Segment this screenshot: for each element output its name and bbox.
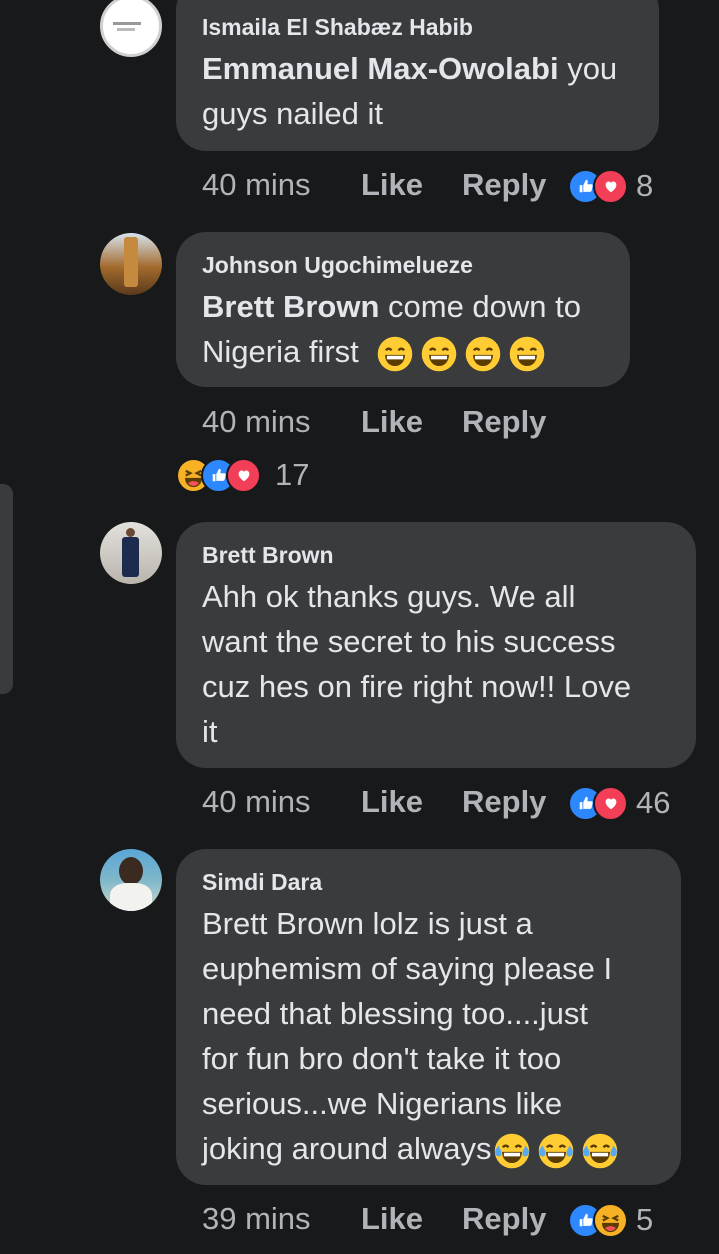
reaction-count: 46 xyxy=(636,785,671,820)
like-button[interactable]: Like xyxy=(361,784,462,820)
avatar[interactable] xyxy=(100,233,162,295)
reaction-summary[interactable]: 5 xyxy=(568,1202,653,1238)
mention-link[interactable]: Brett Brown xyxy=(202,289,379,324)
grinning-squint-emoji xyxy=(421,336,457,372)
comment-actions: 39 mins Like Reply xyxy=(202,1199,546,1239)
avatar[interactable] xyxy=(100,522,162,584)
tears-of-joy-emoji xyxy=(582,1133,618,1169)
tears-of-joy-emoji xyxy=(494,1133,530,1169)
comment-text: Brett Brown lolz is just a euphemism of … xyxy=(202,901,655,1171)
comment-text: Ahh ok thanks guys. We all want the secr… xyxy=(202,579,632,749)
comment-timestamp[interactable]: 40 mins xyxy=(202,167,361,203)
reply-button[interactable]: Reply xyxy=(462,784,546,820)
grinning-squint-emoji xyxy=(465,336,501,372)
comment-timestamp[interactable]: 39 mins xyxy=(202,1201,361,1237)
comment-actions: 40 mins Like Reply xyxy=(202,402,546,442)
reply-button[interactable]: Reply xyxy=(462,1201,546,1237)
comment-author[interactable]: Johnson Ugochimelueze xyxy=(202,252,604,278)
comment-text: Brett Brown come down to Nigeria first xyxy=(202,284,604,374)
emoji-row xyxy=(359,334,545,369)
comment-bubble: Johnson Ugochimelueze Brett Brown come d… xyxy=(176,232,630,387)
reaction-count: 5 xyxy=(636,1202,654,1237)
comment-text: Emmanuel Max-Owolabi you guys nailed it xyxy=(202,51,618,131)
comment-bubble: Ismaila El Shabæz Habib Emmanuel Max-Owo… xyxy=(176,0,659,151)
comment-actions: 40 mins Like Reply xyxy=(202,165,546,205)
reaction-count: 8 xyxy=(636,168,654,203)
side-panel-handle[interactable] xyxy=(0,484,13,694)
comment-timestamp[interactable]: 40 mins xyxy=(202,784,361,820)
avatar[interactable] xyxy=(100,0,162,57)
love-reaction-icon xyxy=(226,457,261,493)
reaction-count: 17 xyxy=(275,457,310,492)
like-button[interactable]: Like xyxy=(361,167,462,203)
comment-author[interactable]: Brett Brown xyxy=(202,542,670,568)
reaction-summary[interactable]: 46 xyxy=(568,785,670,821)
tears-of-joy-emoji xyxy=(538,1133,574,1169)
love-reaction-icon xyxy=(593,785,628,821)
grinning-squint-emoji xyxy=(509,336,545,372)
comment-timestamp[interactable]: 40 mins xyxy=(202,404,361,440)
reaction-summary[interactable]: 8 xyxy=(568,168,653,204)
avatar[interactable] xyxy=(100,849,162,911)
comment-bubble: Brett Brown Ahh ok thanks guys. We all w… xyxy=(176,522,696,768)
reaction-summary[interactable]: 17 xyxy=(176,457,309,493)
emoji-row xyxy=(492,1131,618,1166)
comment-author[interactable]: Simdi Dara xyxy=(202,869,655,895)
mention-link[interactable]: Emmanuel Max-Owolabi xyxy=(202,51,559,86)
love-reaction-icon xyxy=(593,168,628,204)
comment-bubble: Simdi Dara Brett Brown lolz is just a eu… xyxy=(176,849,681,1185)
like-button[interactable]: Like xyxy=(361,404,462,440)
reply-button[interactable]: Reply xyxy=(462,167,546,203)
reply-button[interactable]: Reply xyxy=(462,404,546,440)
like-button[interactable]: Like xyxy=(361,1201,462,1237)
haha-reaction-icon xyxy=(593,1202,628,1238)
grinning-squint-emoji xyxy=(377,336,413,372)
comment-actions: 40 mins Like Reply xyxy=(202,782,546,822)
comment-author[interactable]: Ismaila El Shabæz Habib xyxy=(202,14,633,40)
